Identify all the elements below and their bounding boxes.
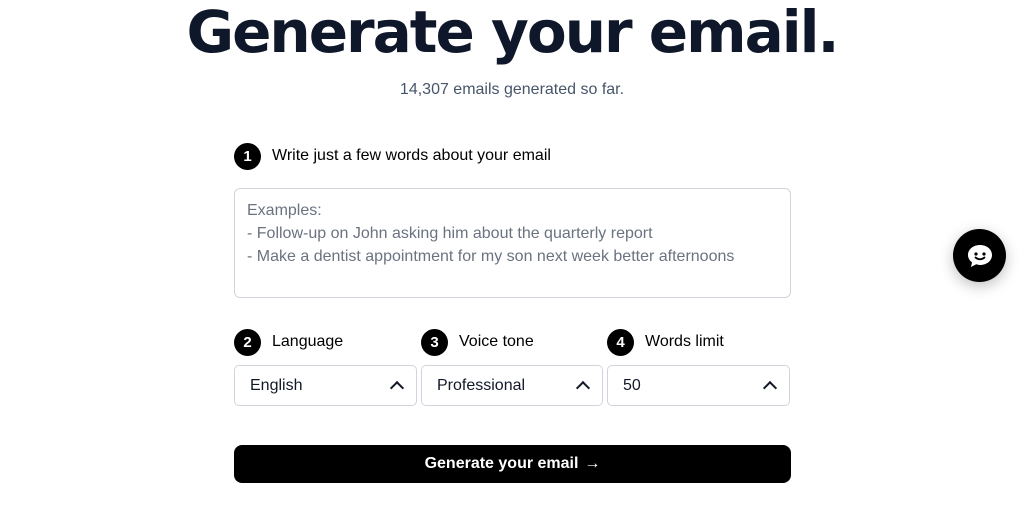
generate-email-button[interactable]: Generate your email → bbox=[234, 445, 791, 483]
generate-button-label: Generate your email bbox=[424, 455, 579, 472]
page: Generate your email. 14,307 emails gener… bbox=[0, 0, 1024, 512]
step-tone-label: Voice tone bbox=[459, 333, 534, 350]
page-title: Generate your email. bbox=[186, 0, 839, 66]
chevron-up-icon bbox=[762, 380, 778, 396]
chat-launcher-button[interactable] bbox=[953, 229, 1006, 282]
arrow-right-icon: → bbox=[584, 455, 601, 472]
email-form: 1 Write just a few words about your emai… bbox=[234, 141, 791, 483]
step-words: 4 Words limit bbox=[607, 327, 790, 357]
voice-tone-select[interactable]: Professional bbox=[421, 365, 603, 406]
language-selected-value: English bbox=[250, 376, 303, 394]
emails-generated-counter: 14,307 emails generated so far. bbox=[399, 81, 625, 98]
step-language-label: Language bbox=[272, 333, 344, 350]
chevron-up-icon bbox=[575, 380, 591, 396]
language-column: 2 Language English bbox=[234, 327, 417, 406]
language-select[interactable]: English bbox=[234, 365, 417, 406]
chevron-up-icon bbox=[389, 380, 405, 396]
chat-bubble-icon bbox=[967, 244, 992, 267]
email-description-textarea[interactable] bbox=[234, 188, 791, 298]
tone-selected-value: Professional bbox=[437, 376, 526, 394]
step-describe-label: Write just a few words about your email bbox=[272, 147, 551, 164]
step-number-badge: 4 bbox=[607, 328, 634, 356]
step-number-badge: 3 bbox=[421, 328, 448, 356]
step-describe: 1 Write just a few words about your emai… bbox=[234, 141, 791, 171]
step-tone: 3 Voice tone bbox=[421, 327, 603, 357]
step-language: 2 Language bbox=[234, 327, 417, 357]
tone-column: 3 Voice tone Professional bbox=[421, 327, 603, 406]
step-number-badge: 1 bbox=[234, 142, 261, 170]
options-row: 2 Language English 3 Voice tone Professi… bbox=[234, 327, 791, 406]
step-number-badge: 2 bbox=[234, 328, 261, 356]
words-column: 4 Words limit 50 bbox=[607, 327, 790, 406]
step-words-label: Words limit bbox=[645, 333, 724, 350]
words-selected-value: 50 bbox=[623, 376, 641, 394]
words-limit-select[interactable]: 50 bbox=[607, 365, 790, 406]
